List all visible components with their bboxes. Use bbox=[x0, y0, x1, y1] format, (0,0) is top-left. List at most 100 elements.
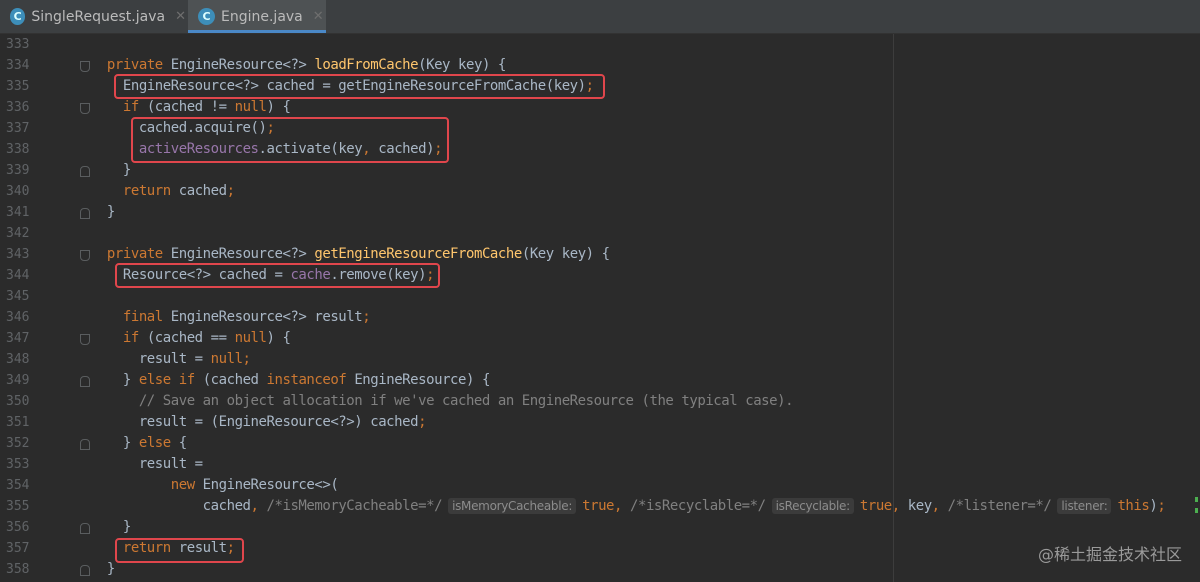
code-token: else if bbox=[138, 372, 203, 388]
code-token: else bbox=[138, 435, 179, 451]
code-token: null bbox=[234, 99, 267, 115]
code-token: ) { bbox=[266, 99, 291, 115]
line-number: 349 bbox=[6, 373, 30, 388]
code-line: } bbox=[75, 559, 115, 580]
java-class-icon: C bbox=[198, 8, 215, 25]
code-line: result = null; bbox=[75, 349, 251, 370]
highlight-box-line-344 bbox=[115, 263, 440, 288]
code-token: (cached == bbox=[146, 330, 235, 346]
code-token: } bbox=[75, 561, 115, 577]
code-token: result = (EngineResource<?>) cached bbox=[75, 414, 419, 430]
code-line: final EngineResource<?> result; bbox=[75, 307, 371, 328]
code-token: ; bbox=[226, 183, 235, 199]
code-token: new bbox=[170, 477, 203, 493]
line-number: 342 bbox=[6, 226, 30, 241]
code-token: (cached bbox=[202, 372, 267, 388]
code-line: } bbox=[75, 517, 131, 538]
code-line: result = bbox=[75, 454, 203, 475]
code-token: , bbox=[931, 498, 948, 514]
code-token: EngineResource<?> result bbox=[170, 309, 363, 325]
code-line: cached, /*isMemoryCacheable=*/ isMemoryCa… bbox=[75, 496, 1166, 517]
line-number: 335 bbox=[6, 79, 30, 94]
parameter-hint: isRecyclable: bbox=[771, 498, 854, 514]
code-token: // Save an object allocation if we've ca… bbox=[75, 393, 794, 409]
line-number: 356 bbox=[6, 520, 30, 535]
line-number: 334 bbox=[6, 58, 30, 73]
code-token: (Key key) { bbox=[521, 246, 610, 262]
code-token: ) { bbox=[266, 330, 291, 346]
highlight-box-lines-337-338 bbox=[131, 117, 449, 163]
code-token: key bbox=[907, 498, 932, 514]
close-icon[interactable]: ✕ bbox=[175, 9, 186, 24]
editor-tab-bar: C SingleRequest.java ✕ C Engine.java ✕ bbox=[0, 0, 1200, 34]
code-token: ; bbox=[1157, 498, 1166, 514]
line-number: 352 bbox=[6, 436, 30, 451]
code-token: } bbox=[75, 204, 115, 220]
code-line: result = (EngineResource<?>) cached; bbox=[75, 412, 427, 433]
code-line: } bbox=[75, 202, 115, 223]
code-token: final bbox=[122, 309, 171, 325]
line-number: 355 bbox=[6, 499, 30, 514]
line-number: 344 bbox=[6, 268, 30, 283]
code-line: private EngineResource<?> loadFromCache(… bbox=[75, 55, 506, 76]
line-number: 350 bbox=[6, 394, 30, 409]
close-icon[interactable]: ✕ bbox=[313, 9, 324, 24]
line-number: 338 bbox=[6, 142, 30, 157]
line-number: 336 bbox=[6, 100, 30, 115]
code-token: } bbox=[75, 435, 139, 451]
line-number: 333 bbox=[6, 37, 30, 52]
watermark: @稀土掘金技术社区 bbox=[1037, 545, 1182, 564]
code-token: cached bbox=[178, 183, 227, 199]
code-line: private EngineResource<?> getEngineResou… bbox=[75, 244, 610, 265]
line-number: 339 bbox=[6, 163, 30, 178]
code-token: EngineResource) { bbox=[354, 372, 490, 388]
code-token: ; bbox=[418, 414, 427, 430]
code-token: null bbox=[234, 330, 267, 346]
change-marker bbox=[1195, 497, 1198, 502]
code-token: loadFromCache bbox=[314, 57, 419, 73]
line-number: 341 bbox=[6, 205, 30, 220]
code-token: result = bbox=[75, 456, 203, 472]
line-number: 351 bbox=[6, 415, 30, 430]
code-line: if (cached != null) { bbox=[75, 97, 291, 118]
code-token: getEngineResourceFromCache bbox=[314, 246, 522, 262]
line-number: 347 bbox=[6, 331, 30, 346]
code-token: true, bbox=[582, 498, 630, 514]
code-token: (cached != bbox=[146, 99, 235, 115]
tab-engine-java[interactable]: C Engine.java ✕ bbox=[188, 0, 326, 33]
code-token: (Key key) { bbox=[418, 57, 506, 73]
code-token: instanceof bbox=[266, 372, 355, 388]
code-line: } else if (cached instanceof EngineResou… bbox=[75, 370, 491, 391]
code-line: return cached; bbox=[75, 181, 235, 202]
java-class-icon: C bbox=[10, 8, 26, 25]
line-number: 346 bbox=[6, 310, 30, 325]
code-token: this bbox=[1117, 498, 1150, 514]
code-token: cached bbox=[75, 498, 251, 514]
tab-label: SingleRequest.java bbox=[31, 8, 166, 25]
code-token: /*listener=*/ bbox=[947, 498, 1052, 514]
code-token: ; bbox=[362, 309, 371, 325]
line-number: 345 bbox=[6, 289, 30, 304]
line-number: 340 bbox=[6, 184, 30, 199]
tab-singlerequest-java[interactable]: C SingleRequest.java ✕ bbox=[10, 0, 186, 33]
parameter-hint: isMemoryCacheable: bbox=[448, 498, 577, 514]
code-token: if bbox=[122, 330, 147, 346]
code-token: true, bbox=[859, 498, 908, 514]
code-token: { bbox=[178, 435, 187, 451]
code-line: // Save an object allocation if we've ca… bbox=[75, 391, 794, 412]
highlight-box-line-335 bbox=[114, 74, 605, 99]
code-line: new EngineResource<>( bbox=[75, 475, 339, 496]
code-token: return bbox=[122, 183, 179, 199]
code-line: } else { bbox=[75, 433, 187, 454]
code-token: result = bbox=[75, 351, 211, 367]
code-token: null; bbox=[210, 351, 251, 367]
line-number: 358 bbox=[6, 562, 30, 577]
code-token: , bbox=[250, 498, 267, 514]
